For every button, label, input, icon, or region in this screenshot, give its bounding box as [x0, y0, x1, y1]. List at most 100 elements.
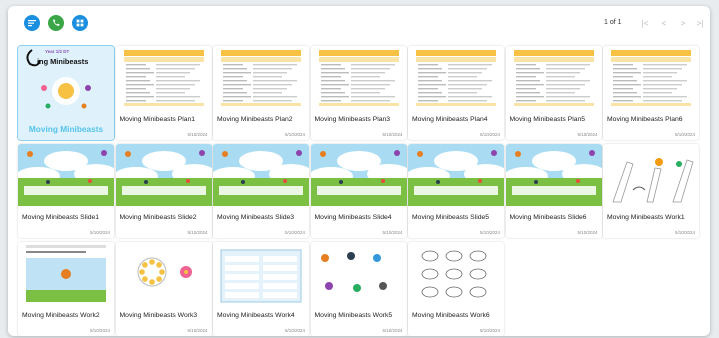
slide-thumbnail-image [18, 144, 114, 206]
cover-subject-label: Year 1/2 DT [45, 49, 70, 54]
file-thumbnail [213, 242, 309, 304]
file-tile[interactable]: Moving Minibeasts Work5 5/10/2024 [310, 242, 407, 336]
cover-thumbnail-image: Year 1/2 DT ing Minibeasts Moving Minibeas… [18, 46, 114, 140]
cover-tile[interactable]: Year 1/2 DT ing Minibeasts Moving Minibeas… [18, 46, 114, 140]
file-thumbnail [310, 144, 407, 206]
plan-thumbnail-image [603, 46, 699, 108]
file-name: Moving Minibeasts Plan5 [509, 116, 586, 123]
file-date: 5/10/2024 [674, 230, 695, 235]
file-date: 5/10/2024 [479, 132, 500, 137]
file-date: 5/10/2024 [479, 230, 500, 235]
file-thumbnail [18, 144, 114, 206]
plan-thumbnail-image [115, 46, 212, 108]
file-date: 5/10/2024 [187, 230, 208, 235]
plan-thumbnail-image [213, 46, 309, 108]
file-thumbnail [213, 144, 309, 206]
file-tile[interactable]: Moving Minibeasts Slide1 5/10/2024 [18, 144, 114, 238]
file-date: 5/10/2024 [382, 230, 403, 235]
file-date: 5/10/2024 [187, 132, 208, 137]
file-name: Moving Minibeasts Slide6 [509, 214, 587, 221]
plan-thumbnail-image [505, 46, 602, 108]
file-tile[interactable]: Moving Minibeasts Plan4 5/10/2024 [408, 46, 504, 140]
file-thumbnail [115, 144, 212, 206]
file-name: Moving Minibeasts Slide1 [22, 214, 100, 221]
worksheet-thumbnail-image [18, 242, 114, 304]
file-browser-window: 1 of 1 |< < > >| Year 1/2 DT ing Minibeas… [8, 6, 710, 336]
file-thumbnail [18, 242, 114, 304]
worksheet-thumbnail-image [213, 242, 309, 304]
page-indicator: 1 of 1 [604, 19, 622, 26]
file-name: Moving Minibeasts Plan3 [314, 116, 391, 123]
file-name: Moving Minibeasts Work3 [119, 312, 198, 319]
file-date: 5/10/2024 [284, 132, 305, 137]
worksheet-thumbnail-image [310, 242, 407, 304]
file-tile[interactable]: Moving Minibeasts Slide6 5/10/2024 [505, 144, 602, 238]
file-name: Moving Minibeasts Work6 [412, 312, 490, 319]
file-name: Moving Minibeasts Work2 [22, 312, 100, 319]
file-date: 5/10/2024 [187, 328, 208, 333]
file-name: Moving Minibeasts Plan6 [607, 116, 683, 123]
file-thumbnail [310, 46, 407, 108]
file-tile[interactable]: Moving Minibeasts Plan6 5/10/2024 [603, 46, 699, 140]
worksheet-thumbnail-image [603, 144, 699, 206]
slide-thumbnail-image [310, 144, 407, 206]
file-tile[interactable]: Moving Minibeasts Work3 5/10/2024 [115, 242, 212, 336]
file-tile[interactable]: Moving Minibeasts Plan1 5/10/2024 [115, 46, 212, 140]
file-tile[interactable]: Moving Minibeasts Slide5 5/10/2024 [408, 144, 504, 238]
last-page-button[interactable]: >| [694, 17, 706, 29]
file-date: 5/10/2024 [382, 328, 403, 333]
file-tile[interactable]: Moving Minibeasts Slide4 5/10/2024 [310, 144, 407, 238]
file-tile[interactable]: Moving Minibeasts Work6 5/10/2024 [408, 242, 504, 336]
file-name: Moving Minibeasts Plan2 [217, 116, 293, 123]
cover-heading: ing Minibeasts [37, 57, 89, 66]
file-tile[interactable]: Moving Minibeasts Work1 5/10/2024 [603, 144, 699, 238]
slide-thumbnail-image [213, 144, 309, 206]
file-thumbnail [408, 46, 504, 108]
file-tile[interactable]: Moving Minibeasts Plan2 5/10/2024 [213, 46, 309, 140]
file-date: 5/10/2024 [577, 132, 598, 137]
worksheet-thumbnail-image [115, 242, 212, 304]
file-thumbnail [505, 46, 602, 108]
call-button[interactable] [48, 15, 64, 31]
cover-title: Moving Minibeasts [28, 124, 104, 134]
file-name: Moving Minibeasts Plan4 [412, 116, 488, 123]
file-date: 5/10/2024 [89, 328, 110, 333]
file-date: 5/10/2024 [284, 230, 305, 235]
file-thumbnail [603, 46, 699, 108]
grid-view-icon [72, 15, 88, 31]
file-name: Moving Minibeasts Slide2 [119, 214, 197, 221]
file-name: Moving Minibeasts Work1 [607, 214, 685, 221]
file-name: Moving Minibeasts Plan1 [119, 116, 196, 123]
file-tile[interactable]: Moving Minibeasts Plan5 5/10/2024 [505, 46, 602, 140]
file-thumbnail [115, 242, 212, 304]
file-tile[interactable]: Moving Minibeasts Work2 5/10/2024 [18, 242, 114, 336]
sort-icon [24, 15, 40, 31]
file-name: Moving Minibeasts Slide3 [217, 214, 295, 221]
file-name: Moving Minibeasts Work4 [217, 312, 295, 319]
file-thumbnail [115, 46, 212, 108]
slide-thumbnail-image [408, 144, 504, 206]
previous-page-button[interactable]: < [658, 17, 670, 29]
file-date: 5/10/2024 [479, 328, 500, 333]
file-tile[interactable]: Moving Minibeasts Plan3 5/10/2024 [310, 46, 407, 140]
file-date: 5/10/2024 [89, 230, 110, 235]
file-name: Moving Minibeasts Slide4 [314, 214, 392, 221]
file-thumbnail [310, 242, 407, 304]
slide-thumbnail-image [505, 144, 602, 206]
file-date: 5/10/2024 [382, 132, 403, 137]
file-tile[interactable]: Moving Minibeasts Work4 5/10/2024 [213, 242, 309, 336]
plan-thumbnail-image [408, 46, 504, 108]
file-name: Moving Minibeasts Work5 [314, 312, 393, 319]
first-page-button[interactable]: |< [639, 17, 651, 29]
file-thumbnail [408, 242, 504, 304]
slide-thumbnail-image [115, 144, 212, 206]
phone-icon [48, 15, 64, 31]
next-page-button[interactable]: > [677, 17, 689, 29]
sort-button[interactable] [24, 15, 40, 31]
file-date: 5/10/2024 [674, 132, 695, 137]
toolbar: 1 of 1 |< < > >| [8, 6, 710, 40]
file-thumbnail [408, 144, 504, 206]
file-tile[interactable]: Moving Minibeasts Slide3 5/10/2024 [213, 144, 309, 238]
grid-view-button[interactable] [72, 15, 88, 31]
file-tile[interactable]: Moving Minibeasts Slide2 5/10/2024 [115, 144, 212, 238]
